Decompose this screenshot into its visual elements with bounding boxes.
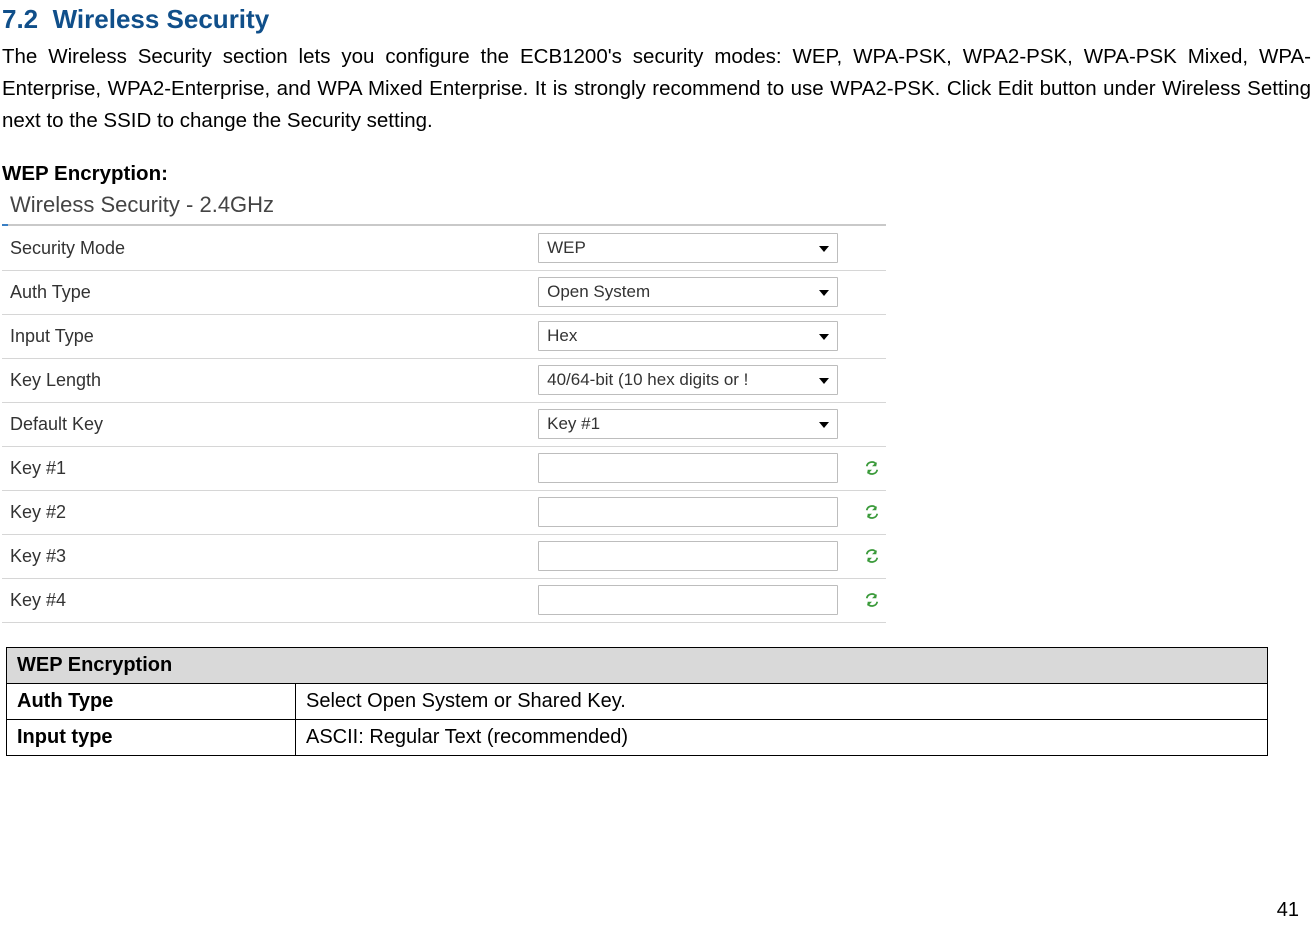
refresh-icon[interactable] xyxy=(865,593,879,607)
label-key2: Key #2 xyxy=(2,490,538,534)
chevron-down-icon xyxy=(819,422,829,428)
select-value: Key #1 xyxy=(547,414,600,434)
row-name: Auth Type xyxy=(7,683,296,719)
table-row: Input type ASCII: Regular Text (recommen… xyxy=(7,719,1268,755)
row-desc: Select Open System or Shared Key. xyxy=(296,683,1268,719)
select-value: Open System xyxy=(547,282,650,302)
refresh-icon[interactable] xyxy=(865,461,879,475)
subheading-wep: WEP Encryption: xyxy=(2,162,1311,186)
label-auth-type: Auth Type xyxy=(2,270,538,314)
refresh-icon[interactable] xyxy=(865,549,879,563)
label-input-type: Input Type xyxy=(2,314,538,358)
select-input-type[interactable]: Hex xyxy=(538,321,838,351)
row-name: Input type xyxy=(7,719,296,755)
chevron-down-icon xyxy=(819,378,829,384)
label-default-key: Default Key xyxy=(2,402,538,446)
label-key-length: Key Length xyxy=(2,358,538,402)
screenshot-heading: Wireless Security - 2.4GHz xyxy=(2,190,886,224)
select-value: 40/64-bit (10 hex digits or ! xyxy=(547,370,748,390)
refresh-icon[interactable] xyxy=(865,505,879,519)
section-heading: Wireless Security xyxy=(53,4,270,34)
select-auth-type[interactable]: Open System xyxy=(538,277,838,307)
chevron-down-icon xyxy=(819,246,829,252)
label-key1: Key #1 xyxy=(2,446,538,490)
chevron-down-icon xyxy=(819,334,829,340)
select-key-length[interactable]: 40/64-bit (10 hex digits or ! xyxy=(538,365,838,395)
section-paragraph: The Wireless Security section lets you c… xyxy=(2,41,1311,136)
select-value: WEP xyxy=(547,238,586,258)
select-default-key[interactable]: Key #1 xyxy=(538,409,838,439)
label-key4: Key #4 xyxy=(2,578,538,622)
table-row: Auth Type Select Open System or Shared K… xyxy=(7,683,1268,719)
label-key3: Key #3 xyxy=(2,534,538,578)
row-desc: ASCII: Regular Text (recommended) xyxy=(296,719,1268,755)
section-title: 7.2 Wireless Security xyxy=(2,4,1311,35)
table-header: WEP Encryption xyxy=(7,647,1268,683)
input-key4[interactable] xyxy=(538,585,838,615)
label-security-mode: Security Mode xyxy=(2,226,538,270)
wep-description-table: WEP Encryption Auth Type Select Open Sys… xyxy=(6,647,1268,756)
wireless-security-screenshot: Wireless Security - 2.4GHz Security Mode… xyxy=(2,190,886,623)
section-number: 7.2 xyxy=(2,4,38,34)
select-security-mode[interactable]: WEP xyxy=(538,233,838,263)
input-key3[interactable] xyxy=(538,541,838,571)
input-key1[interactable] xyxy=(538,453,838,483)
input-key2[interactable] xyxy=(538,497,838,527)
chevron-down-icon xyxy=(819,290,829,296)
select-value: Hex xyxy=(547,326,577,346)
page-number: 41 xyxy=(1277,899,1299,922)
